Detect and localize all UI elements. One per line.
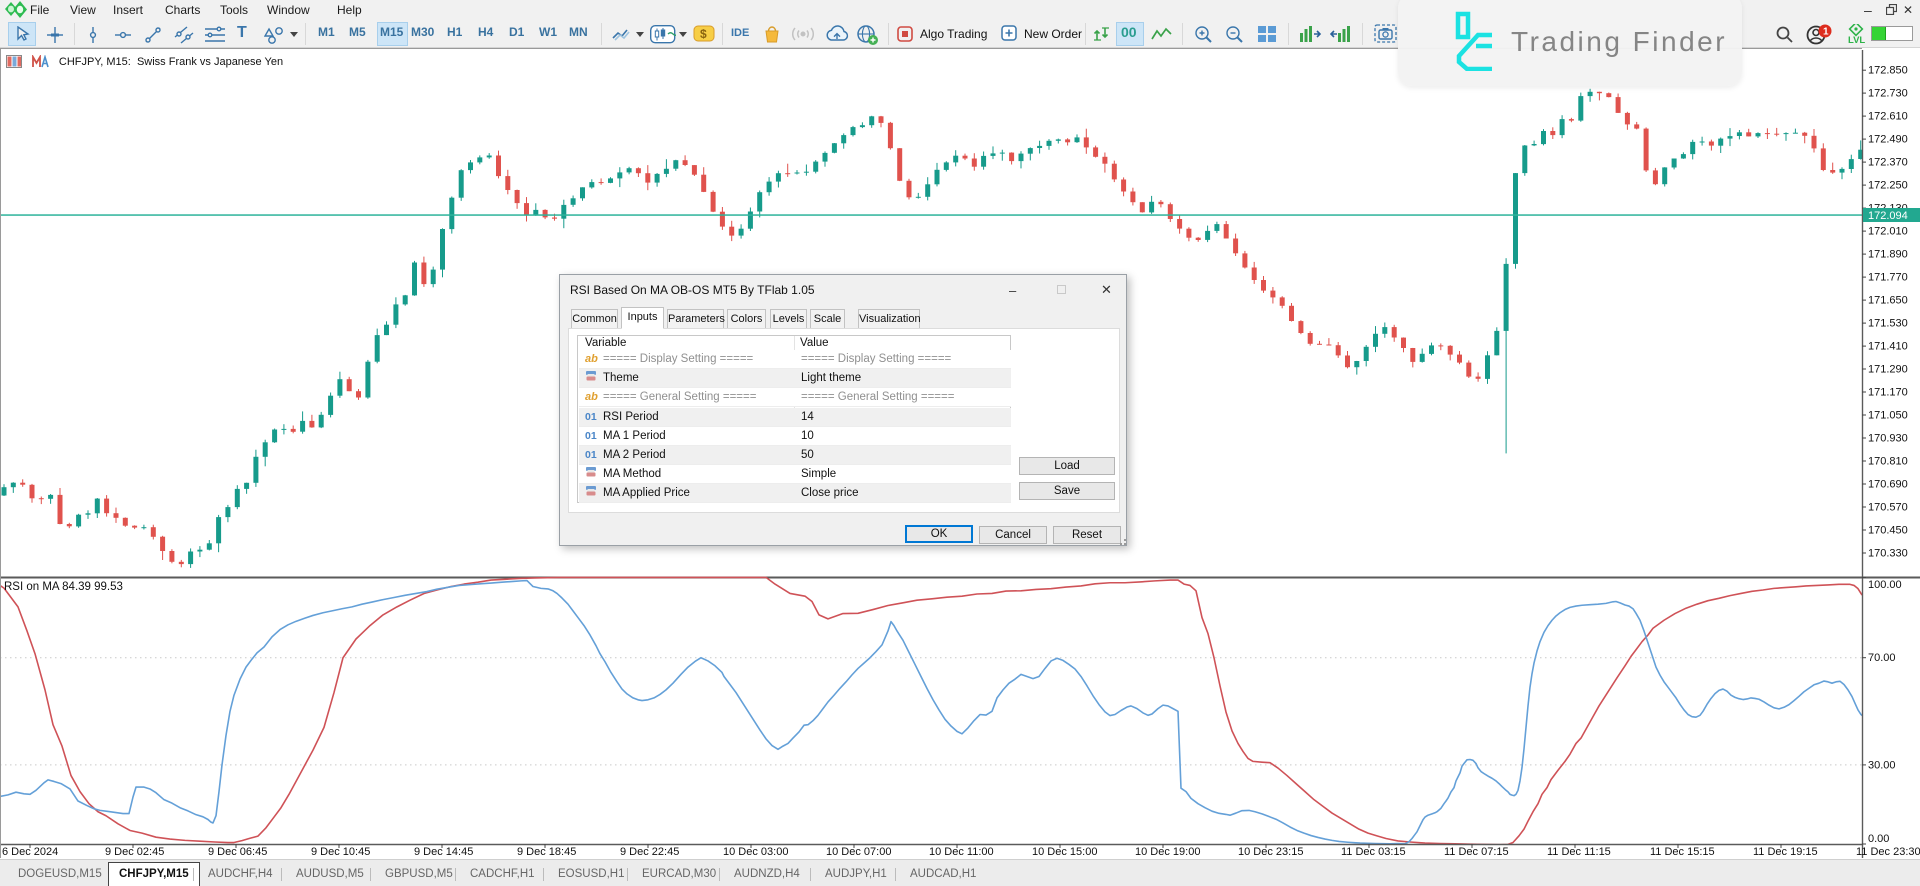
svg-text:171.770: 171.770 bbox=[1868, 272, 1908, 284]
svg-text:9 Dec 10:45: 9 Dec 10:45 bbox=[311, 846, 370, 858]
svg-text:171.890: 171.890 bbox=[1868, 249, 1908, 261]
svg-text:11 Dec 23:30: 11 Dec 23:30 bbox=[1856, 846, 1920, 858]
svg-text:9 Dec 22:45: 9 Dec 22:45 bbox=[620, 846, 679, 858]
svg-text:170.930: 170.930 bbox=[1868, 433, 1908, 445]
svg-text:10 Dec 11:00: 10 Dec 11:00 bbox=[929, 846, 994, 858]
svg-text:171.290: 171.290 bbox=[1868, 364, 1908, 376]
svg-text:9 Dec 14:45: 9 Dec 14:45 bbox=[414, 846, 473, 858]
svg-text:171.650: 171.650 bbox=[1868, 295, 1908, 307]
svg-text:11 Dec 11:15: 11 Dec 11:15 bbox=[1547, 846, 1611, 858]
svg-text:170.330: 170.330 bbox=[1868, 548, 1908, 560]
svg-text:10 Dec 07:00: 10 Dec 07:00 bbox=[826, 846, 891, 858]
svg-text:10 Dec 23:15: 10 Dec 23:15 bbox=[1238, 846, 1303, 858]
svg-text:170.570: 170.570 bbox=[1868, 502, 1908, 514]
svg-text:172.730: 172.730 bbox=[1868, 88, 1908, 100]
svg-text:0.00: 0.00 bbox=[1868, 833, 1889, 845]
svg-text:171.530: 171.530 bbox=[1868, 318, 1908, 330]
svg-text:1: 1 bbox=[1823, 27, 1829, 38]
svg-text:100.00: 100.00 bbox=[1868, 579, 1902, 591]
svg-text:170.690: 170.690 bbox=[1868, 479, 1908, 491]
svg-text:172.010: 172.010 bbox=[1868, 226, 1908, 238]
svg-text:172.250: 172.250 bbox=[1868, 180, 1908, 192]
svg-text:9 Dec 18:45: 9 Dec 18:45 bbox=[517, 846, 576, 858]
svg-text:10 Dec 19:00: 10 Dec 19:00 bbox=[1135, 846, 1200, 858]
svg-text:172.370: 172.370 bbox=[1868, 157, 1908, 169]
svg-text:172.094: 172.094 bbox=[1868, 210, 1908, 222]
svg-text:171.410: 171.410 bbox=[1868, 341, 1908, 353]
svg-text:10 Dec 15:00: 10 Dec 15:00 bbox=[1032, 846, 1097, 858]
svg-text:172.850: 172.850 bbox=[1868, 65, 1908, 77]
svg-text:11 Dec 19:15: 11 Dec 19:15 bbox=[1753, 846, 1818, 858]
svg-text:172.490: 172.490 bbox=[1868, 134, 1908, 146]
svg-text:9 Dec 06:45: 9 Dec 06:45 bbox=[208, 846, 267, 858]
svg-text:172.610: 172.610 bbox=[1868, 111, 1908, 123]
svg-text:11 Dec 15:15: 11 Dec 15:15 bbox=[1650, 846, 1715, 858]
svg-text:70.00: 70.00 bbox=[1868, 652, 1896, 664]
svg-text:11 Dec 07:15: 11 Dec 07:15 bbox=[1444, 846, 1509, 858]
svg-text:10 Dec 03:00: 10 Dec 03:00 bbox=[723, 846, 788, 858]
svg-text:170.450: 170.450 bbox=[1868, 525, 1908, 537]
svg-text:171.050: 171.050 bbox=[1868, 410, 1908, 422]
svg-text:LVL: LVL bbox=[1848, 35, 1865, 46]
svg-text:9 Dec 02:45: 9 Dec 02:45 bbox=[105, 846, 164, 858]
svg-text:30.00: 30.00 bbox=[1868, 759, 1896, 771]
svg-text:171.170: 171.170 bbox=[1868, 387, 1908, 399]
svg-text:170.810: 170.810 bbox=[1868, 456, 1908, 468]
svg-text:11 Dec 03:15: 11 Dec 03:15 bbox=[1341, 846, 1406, 858]
svg-text:$: $ bbox=[700, 27, 707, 41]
svg-text:RSI on MA 84.39 99.53: RSI on MA 84.39 99.53 bbox=[4, 581, 123, 593]
